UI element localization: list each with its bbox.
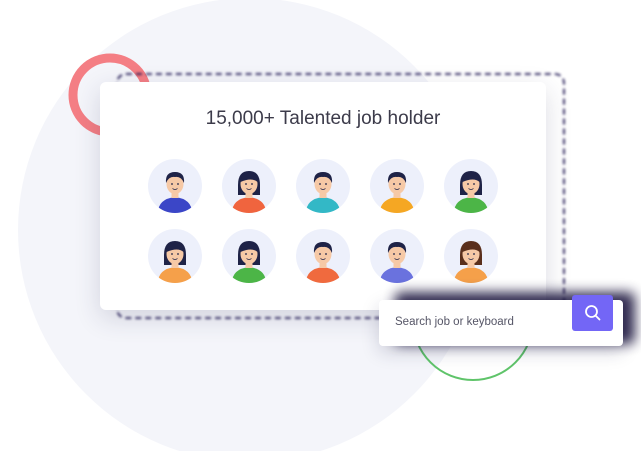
avatar <box>148 159 202 213</box>
talent-card: 15,000+ Talented job holder <box>100 82 546 310</box>
search-icon <box>584 305 600 321</box>
avatar <box>444 229 498 283</box>
avatar <box>370 229 424 283</box>
avatar <box>148 229 202 283</box>
search-input[interactable]: Search job or keyboard <box>395 316 514 328</box>
search-button[interactable] <box>572 295 613 331</box>
white-dot <box>435 0 471 28</box>
avatar <box>296 229 350 283</box>
avatar <box>444 159 498 213</box>
avatar <box>222 159 276 213</box>
avatar <box>296 159 350 213</box>
avatar <box>370 159 424 213</box>
card-heading: 15,000+ Talented job holder <box>205 108 441 129</box>
avatar <box>222 229 276 283</box>
